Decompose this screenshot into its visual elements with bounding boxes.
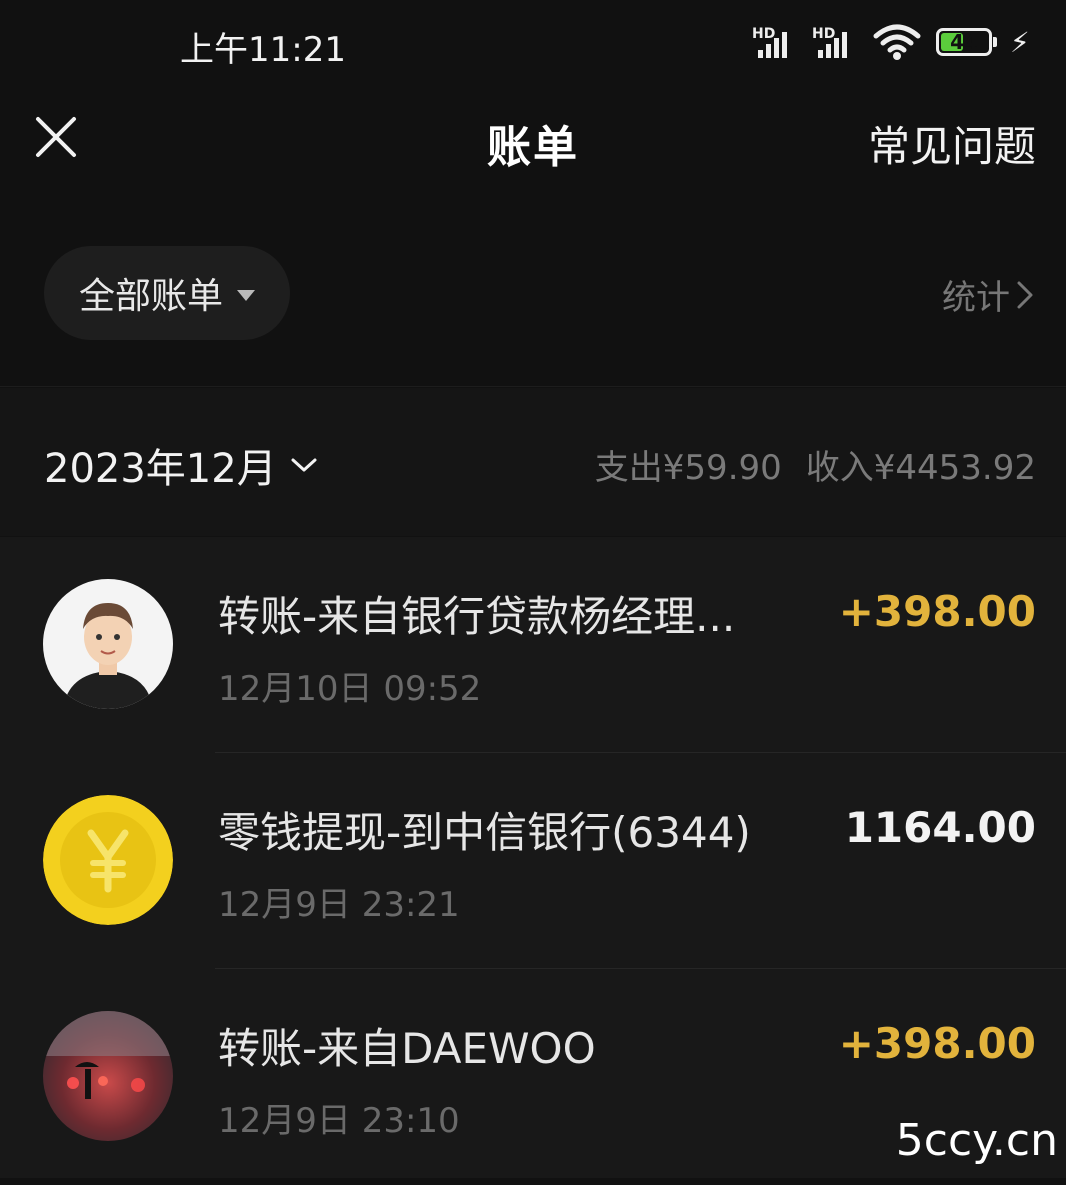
bill-filter-label: 全部账单 [78, 276, 223, 317]
status-time: 上午11:21 [180, 30, 346, 70]
signal-icon: HD [812, 24, 862, 58]
transaction-amount: 1164.00 [844, 803, 1036, 852]
rainy-street-photo-avatar [43, 1011, 173, 1141]
transaction-date: 12月10日 09:52 [218, 669, 482, 709]
signal-icon: HD [752, 24, 802, 58]
transaction-amount: +398.00 [838, 587, 1036, 636]
caret-down-icon [237, 289, 255, 301]
transaction-row[interactable]: 零钱提现-到中信银行(6344) 12月9日 23:21 1164.00 [0, 753, 1066, 969]
nav-bar: 账单 常见问题 [0, 95, 1066, 185]
chevron-down-icon [291, 458, 317, 472]
income-total: 收入¥4453.92 [805, 448, 1036, 488]
transaction-row[interactable]: 转账-来自银行贷款杨经理... 12月10日 09:52 +398.00 [0, 537, 1066, 753]
battery-icon: 44 [936, 28, 992, 56]
month-label: 2023年12月 [44, 446, 277, 492]
transaction-date: 12月9日 23:21 [218, 885, 460, 925]
transaction-title: 零钱提现-到中信银行(6344) [218, 808, 751, 857]
transaction-date: 12月9日 23:10 [218, 1101, 460, 1141]
charging-icon: ⚡ [1010, 26, 1030, 59]
yuan-coin-icon [43, 795, 173, 925]
wifi-icon [873, 24, 921, 60]
month-totals: 支出¥59.90 收入¥4453.92 [595, 440, 1036, 489]
month-selector[interactable]: 2023年12月 [44, 436, 319, 494]
watermark: 5ccy.cn [895, 1115, 1058, 1166]
expense-total: 支出¥59.90 [594, 448, 782, 488]
transaction-amount: +398.00 [838, 1019, 1036, 1068]
divider [0, 386, 1066, 387]
status-bar: 上午11:21 HD HD 44 ⚡ [0, 0, 1066, 90]
transaction-title: 转账-来自DAEWOO [218, 1024, 596, 1073]
cartoon-man-avatar [43, 579, 173, 709]
transaction-list: 转账-来自银行贷款杨经理... 12月10日 09:52 +398.00 零钱提… [0, 537, 1066, 1178]
bill-filter-dropdown[interactable]: 全部账单 [44, 246, 290, 340]
stats-label: 统计 [942, 278, 1010, 318]
transaction-title: 转账-来自银行贷款杨经理... [218, 592, 736, 641]
faq-link[interactable]: 常见问题 [868, 113, 1036, 174]
chevron-right-icon [1017, 281, 1033, 308]
month-summary-bar: 2023年12月 支出¥59.90 收入¥4453.92 [0, 388, 1066, 536]
battery-level: 44 [950, 30, 978, 54]
stats-link[interactable]: 统计 [942, 270, 1034, 319]
